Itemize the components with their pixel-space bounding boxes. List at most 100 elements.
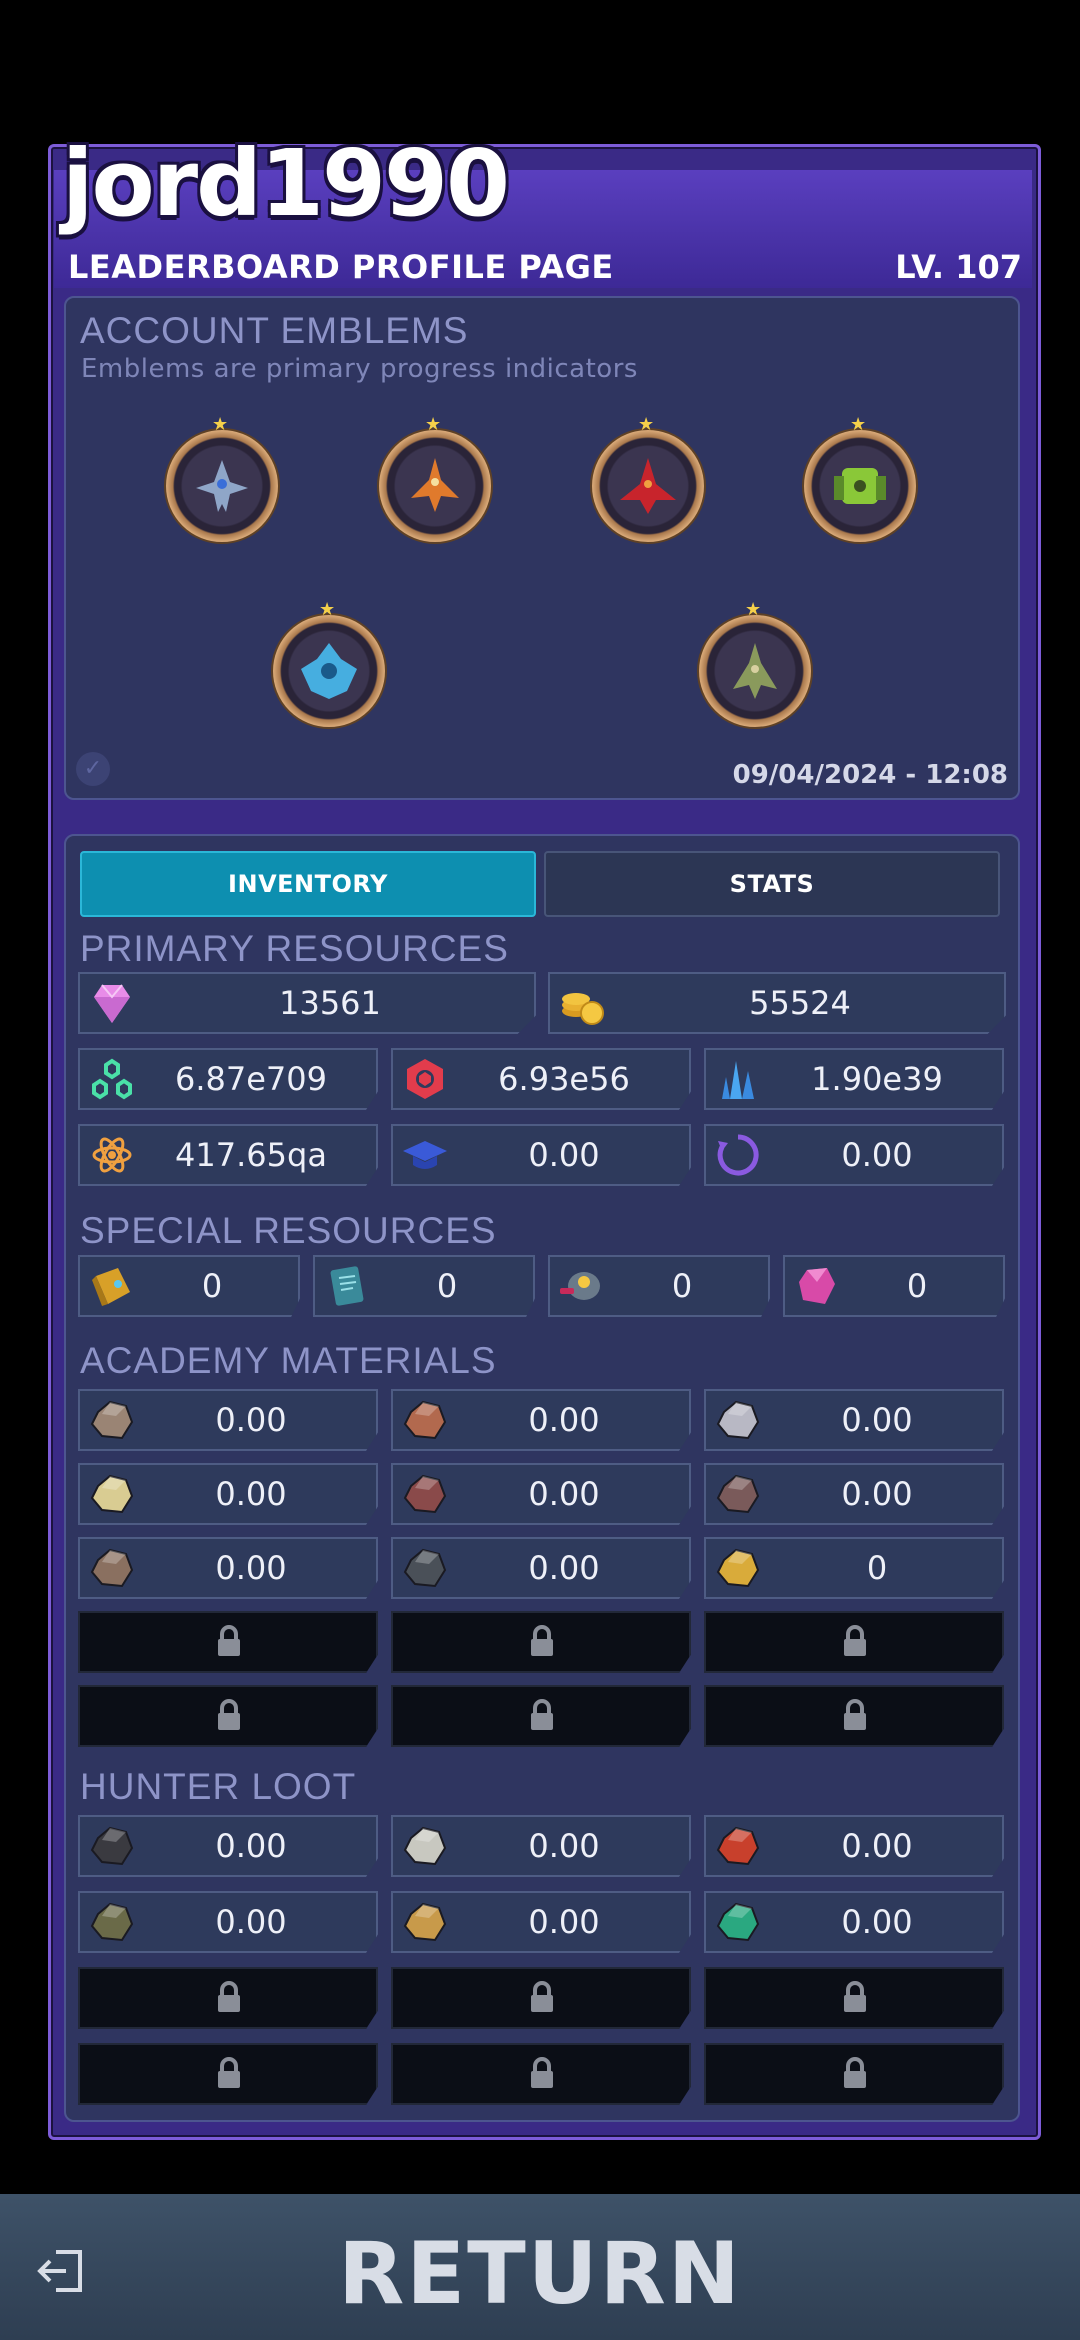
ore-icon xyxy=(716,1902,760,1942)
star-icon: ★ xyxy=(212,414,229,435)
academy-value: 0.00 xyxy=(528,1136,600,1174)
special-pink-crystal: 0 xyxy=(783,1255,1005,1317)
star-icon: ★ xyxy=(850,414,867,435)
return-label[interactable]: RETURN xyxy=(0,2224,1080,2324)
special-drone: 0 xyxy=(548,1255,770,1317)
locked-slot xyxy=(391,1685,691,1747)
academy-material-value: 0.00 xyxy=(841,1401,913,1439)
primary-resources-title: PRIMARY RESOURCES xyxy=(80,928,509,969)
lock-icon xyxy=(844,2057,866,2088)
ore-icon xyxy=(716,1474,760,1514)
red-fighter-ship-icon xyxy=(620,458,676,514)
locked-slot xyxy=(391,1611,691,1673)
gray-fighter-ship-icon xyxy=(196,460,248,512)
emblem-olive-fighter[interactable]: ★ xyxy=(697,599,813,729)
hunter-loot-value: 0.00 xyxy=(528,1903,600,1941)
ore-icon xyxy=(403,1902,447,1942)
ore-icon xyxy=(403,1474,447,1514)
checkmark-icon: ✓ xyxy=(76,752,110,786)
ore-icon xyxy=(716,1400,760,1440)
drone-value: 0 xyxy=(671,1267,693,1305)
lock-icon xyxy=(844,1699,866,1730)
locked-slot xyxy=(78,1967,378,2029)
emblem-green-tank[interactable]: ★ xyxy=(802,414,918,544)
emblem-gray-fighter[interactable]: ★ xyxy=(164,414,280,544)
ore-icon xyxy=(403,1826,447,1866)
lock-icon xyxy=(218,1699,240,1730)
academy-material-value: 0.00 xyxy=(841,1475,913,1513)
academy-material-item: 0.00 xyxy=(391,1463,691,1525)
academy-materials-title: ACADEMY MATERIALS xyxy=(80,1340,497,1381)
coins-value: 55524 xyxy=(749,984,851,1022)
ore-icon xyxy=(90,1548,134,1588)
tab-stats[interactable]: STATS xyxy=(544,851,1000,917)
molecule-icon xyxy=(92,1058,132,1100)
locked-slot xyxy=(704,1611,1004,1673)
locked-slot xyxy=(391,1967,691,2029)
emblem-red-fighter[interactable]: ★ xyxy=(590,414,706,544)
resource-hex-core: 6.93e56 xyxy=(391,1048,691,1110)
gold-chip-value: 0 xyxy=(201,1267,223,1305)
academy-material-value: 0 xyxy=(866,1549,888,1587)
emblems-subtitle: Emblems are primary progress indicators xyxy=(81,354,638,384)
cycle-value: 0.00 xyxy=(841,1136,913,1174)
academy-material-value: 0.00 xyxy=(215,1475,287,1513)
locked-slot xyxy=(704,1685,1004,1747)
hunter-loot-item: 0.00 xyxy=(391,1891,691,1953)
hunter-loot-item: 0.00 xyxy=(704,1891,1004,1953)
ore-icon xyxy=(716,1548,760,1588)
locked-slot xyxy=(78,1685,378,1747)
emblem-blue-cruiser[interactable]: ★ xyxy=(271,599,387,729)
academy-material-value: 0.00 xyxy=(215,1401,287,1439)
star-icon: ★ xyxy=(319,599,336,620)
academy-material-value: 0.00 xyxy=(528,1401,600,1439)
hunter-loot-item: 0.00 xyxy=(78,1815,378,1877)
academy-material-item: 0.00 xyxy=(704,1463,1004,1525)
ore-icon xyxy=(90,1902,134,1942)
ore-icon xyxy=(90,1474,134,1514)
academy-material-value: 0.00 xyxy=(528,1549,600,1587)
page-subtitle: LEADERBOARD PROFILE PAGE xyxy=(68,248,614,286)
gold-chip-icon xyxy=(92,1268,130,1306)
lock-icon xyxy=(531,1699,553,1730)
blue-cruiser-ship-icon xyxy=(301,643,357,699)
resource-coins: 55524 xyxy=(548,972,1006,1034)
academy-material-value: 0.00 xyxy=(215,1549,287,1587)
pink-crystal-icon xyxy=(799,1268,835,1304)
resource-crystals: 1.90e39 xyxy=(704,1048,1004,1110)
ore-icon xyxy=(716,1826,760,1866)
hunter-loot-value: 0.00 xyxy=(215,1903,287,1941)
username-title: jord1990 xyxy=(62,130,510,237)
academy-material-item: 0.00 xyxy=(704,1389,1004,1451)
hex-core-value: 6.93e56 xyxy=(498,1060,630,1098)
tab-inventory[interactable]: INVENTORY xyxy=(80,851,536,917)
locked-slot xyxy=(704,1967,1004,2029)
lock-icon xyxy=(531,2057,553,2088)
emblem-orange-fighter[interactable]: ★ xyxy=(377,414,493,544)
ore-icon xyxy=(403,1400,447,1440)
hunter-loot-item: 0.00 xyxy=(391,1815,691,1877)
drone-icon xyxy=(560,1272,600,1300)
pink-crystal-value: 0 xyxy=(906,1267,928,1305)
star-icon: ★ xyxy=(745,599,762,620)
olive-fighter-ship-icon xyxy=(733,643,777,699)
lock-icon xyxy=(531,1625,553,1656)
lock-icon xyxy=(218,1981,240,2012)
star-icon: ★ xyxy=(425,414,442,435)
molecule-value: 6.87e709 xyxy=(174,1060,327,1098)
lock-icon xyxy=(844,1625,866,1656)
locked-slot xyxy=(78,1611,378,1673)
lock-icon xyxy=(218,2057,240,2088)
emblems-timestamp: 09/04/2024 - 12:08 xyxy=(732,760,1008,790)
emblems-title: ACCOUNT EMBLEMS xyxy=(80,310,469,351)
gems-value: 13561 xyxy=(279,984,381,1022)
star-icon: ★ xyxy=(638,414,655,435)
hunter-loot-value: 0.00 xyxy=(528,1827,600,1865)
cycle-icon xyxy=(717,1134,759,1176)
locked-slot xyxy=(704,2043,1004,2105)
orange-fighter-ship-icon xyxy=(411,458,459,512)
resource-molecule: 6.87e709 xyxy=(78,1048,378,1110)
academy-material-item: 0.00 xyxy=(78,1389,378,1451)
crystals-value: 1.90e39 xyxy=(811,1060,943,1098)
player-level: LV. 107 xyxy=(895,248,1022,286)
